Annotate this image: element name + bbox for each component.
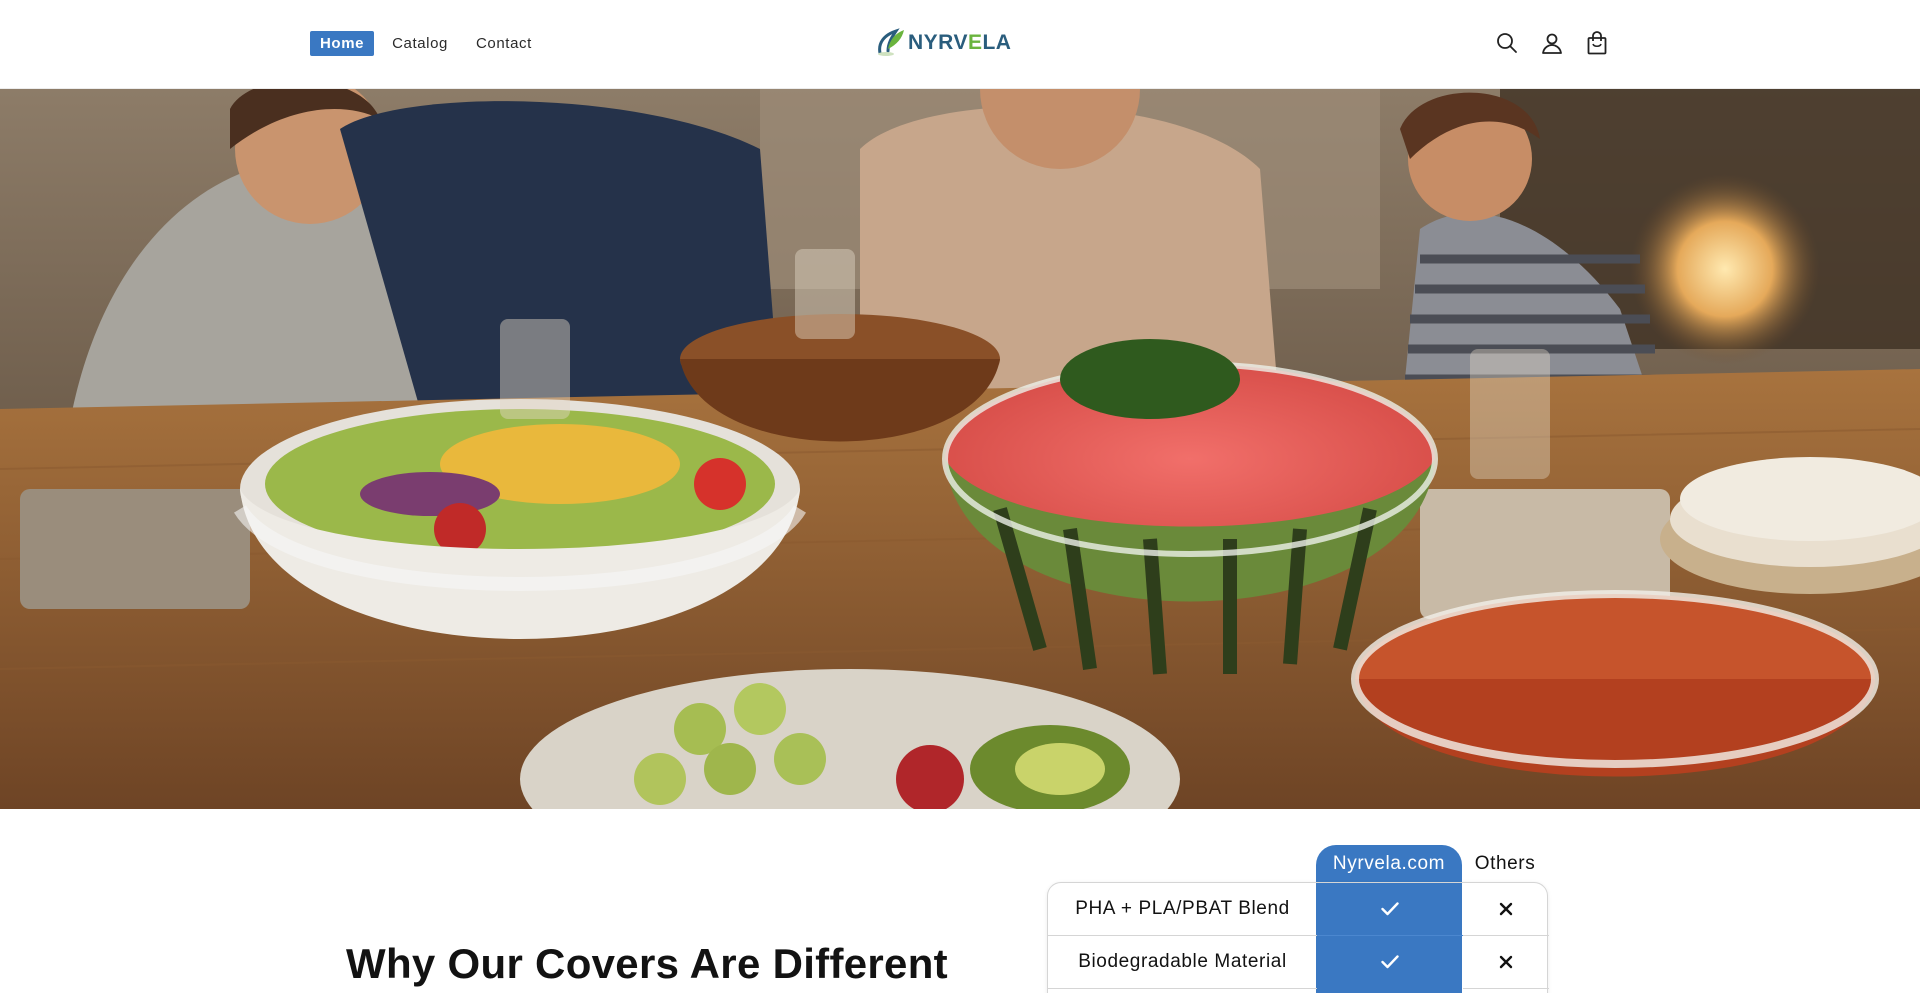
comparison-row: PHA + PLA/PBAT Blend [1048,883,1549,935]
check-icon [1317,883,1463,935]
comparison-rows: PHA + PLA/PBAT Blend Biodegradable Mater… [1047,882,1549,993]
brand-logo[interactable]: NYRVELA [876,26,1011,60]
hero-image [0,89,1920,809]
x-icon [1463,883,1549,935]
row-divider [1463,988,1549,989]
nav-contact[interactable]: Contact [466,31,542,56]
check-icon [1317,936,1463,988]
header-icons [1495,30,1609,56]
x-icon [1463,936,1549,988]
account-icon[interactable] [1540,30,1564,56]
ours-column-header: Nyrvela.com [1332,853,1446,874]
family-dinner-illustration [0,89,1920,809]
logo-wordmark: NYRVELA [908,31,1012,54]
cart-icon[interactable] [1585,30,1609,56]
nav-home[interactable]: Home [310,31,375,56]
feature-label: Biodegradable Material [1078,951,1287,972]
nav-catalog[interactable]: Catalog [382,31,458,56]
feature-label: PHA + PLA/PBAT Blend [1075,898,1290,919]
search-icon[interactable] [1495,30,1519,56]
comparison-table: Nyrvela.com Others PHA + PLA/PBAT Blend … [1047,845,1549,993]
site-header: Home Catalog Contact NYRVELA [0,0,1920,89]
main-nav: Home Catalog Contact [310,31,542,56]
others-column-header: Others [1474,853,1536,874]
section-title: Why Our Covers Are Different [346,940,948,987]
row-divider [1048,988,1317,989]
comparison-row: Biodegradable Material [1048,936,1549,988]
leaf-logo-icon [878,28,904,56]
